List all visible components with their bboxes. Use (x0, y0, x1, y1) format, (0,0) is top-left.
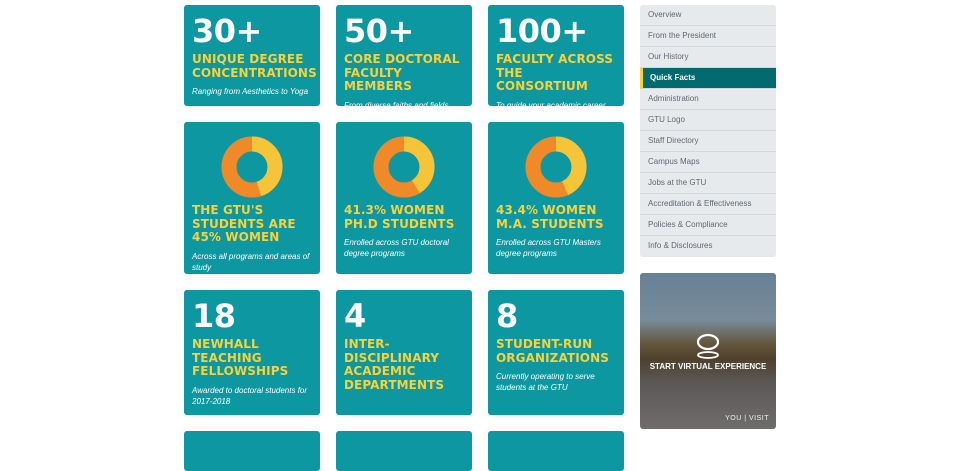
stat-card-departments: 4 INTER-DISCIPLINARY ACADEMIC DEPARTMENT… (336, 290, 472, 415)
stat-card-partial (488, 431, 624, 471)
stat-number: 8 (496, 297, 518, 335)
stat-number: 4 (344, 297, 366, 335)
stat-card-concentrations: 30+ UNIQUE DEGREE CONCENTRATIONS Ranging… (184, 5, 320, 106)
stat-description: Across all programs and areas of study (192, 251, 310, 272)
sidebar-item-campus-maps[interactable]: Campus Maps (640, 152, 776, 173)
stat-heading: NEWHALL TEACHING FELLOWSHIPS (192, 337, 289, 378)
stat-heading: STUDENT-RUN ORGANIZATIONS (496, 337, 609, 365)
stat-number: 100+ (496, 12, 588, 50)
sidebar-item-quick-facts[interactable]: Quick Facts (640, 68, 776, 89)
donut-chart (221, 136, 283, 198)
stat-heading: FACULTY ACROSS THE CONSORTIUM (496, 52, 614, 93)
stat-description: Awarded to doctoral students for 2017-20… (192, 385, 308, 406)
stat-description: Ranging from Aesthetics to Yoga (192, 87, 309, 96)
stat-description: Enrolled across GTU doctoral degree prog… (344, 238, 449, 258)
stat-card-partial (336, 431, 472, 471)
stat-card-partial (184, 431, 320, 471)
stat-heading: CORE DOCTORAL FACULTY MEMBERS (344, 52, 460, 93)
virtual-experience-banner[interactable]: START VIRTUAL EXPERIENCE YOU | VISIT (640, 273, 776, 429)
stat-card-fellowships: 18 NEWHALL TEACHING FELLOWSHIPS Awarded … (184, 290, 320, 415)
donut-chart (373, 136, 435, 198)
sidebar-nav: Overview From the President Our History … (640, 5, 776, 257)
sidebar-item-from-the-president[interactable]: From the President (640, 26, 776, 47)
stat-number: 50+ (344, 12, 414, 50)
stat-number: 18 (192, 297, 236, 335)
virtual-tour-icon (696, 333, 720, 359)
stat-card-women-students: THE GTU'S STUDENTS ARE 45% WOMEN Across … (184, 122, 320, 274)
sidebar-item-overview[interactable]: Overview (640, 5, 776, 26)
sidebar-item-our-history[interactable]: Our History (640, 47, 776, 68)
virtual-experience-label: START VIRTUAL EXPERIENCE (649, 362, 767, 371)
stat-number: 30+ (192, 12, 262, 50)
stat-description: Currently operating to serve students at… (496, 372, 595, 392)
sidebar-item-jobs[interactable]: Jobs at the GTU (640, 173, 776, 194)
sidebar-item-staff-directory[interactable]: Staff Directory (640, 131, 776, 152)
stat-card-women-phd: 41.3% WOMEN PH.D STUDENTS Enrolled acros… (336, 122, 472, 274)
stat-heading: INTER-DISCIPLINARY ACADEMIC DEPARTMENTS (344, 337, 445, 392)
stat-card-organizations: 8 STUDENT-RUN ORGANIZATIONS Currently op… (488, 290, 624, 415)
stat-heading: 41.3% WOMEN PH.D STUDENTS (344, 203, 455, 231)
sidebar-item-gtu-logo[interactable]: GTU Logo (640, 110, 776, 131)
youvisit-logo: YOU | VISIT (725, 415, 769, 422)
sidebar-item-accreditation[interactable]: Accreditation & Effectiveness (640, 194, 776, 215)
stat-description: To guide your academic career (496, 100, 606, 110)
sidebar-item-administration[interactable]: Administration (640, 89, 776, 110)
donut-chart (525, 136, 587, 198)
stat-description: From diverse faiths and fields (344, 100, 449, 110)
stat-description: Enrolled across GTU Masters degree progr… (496, 238, 601, 258)
stat-heading: UNIQUE DEGREE CONCENTRATIONS (192, 52, 317, 80)
stat-card-doctoral-faculty: 50+ CORE DOCTORAL FACULTY MEMBERS From d… (336, 5, 472, 110)
stat-card-women-ma: 43.4% WOMEN M.A. STUDENTS Enrolled acros… (488, 122, 624, 274)
stat-card-consortium-faculty: 100+ FACULTY ACROSS THE CONSORTIUM To gu… (488, 5, 624, 110)
sidebar-item-info-disclosures[interactable]: Info & Disclosures (640, 236, 776, 257)
sidebar-item-policies[interactable]: Policies & Compliance (640, 215, 776, 236)
stat-heading: 43.4% WOMEN M.A. STUDENTS (496, 203, 604, 231)
stat-heading: THE GTU'S STUDENTS ARE 45% WOMEN (192, 203, 296, 244)
